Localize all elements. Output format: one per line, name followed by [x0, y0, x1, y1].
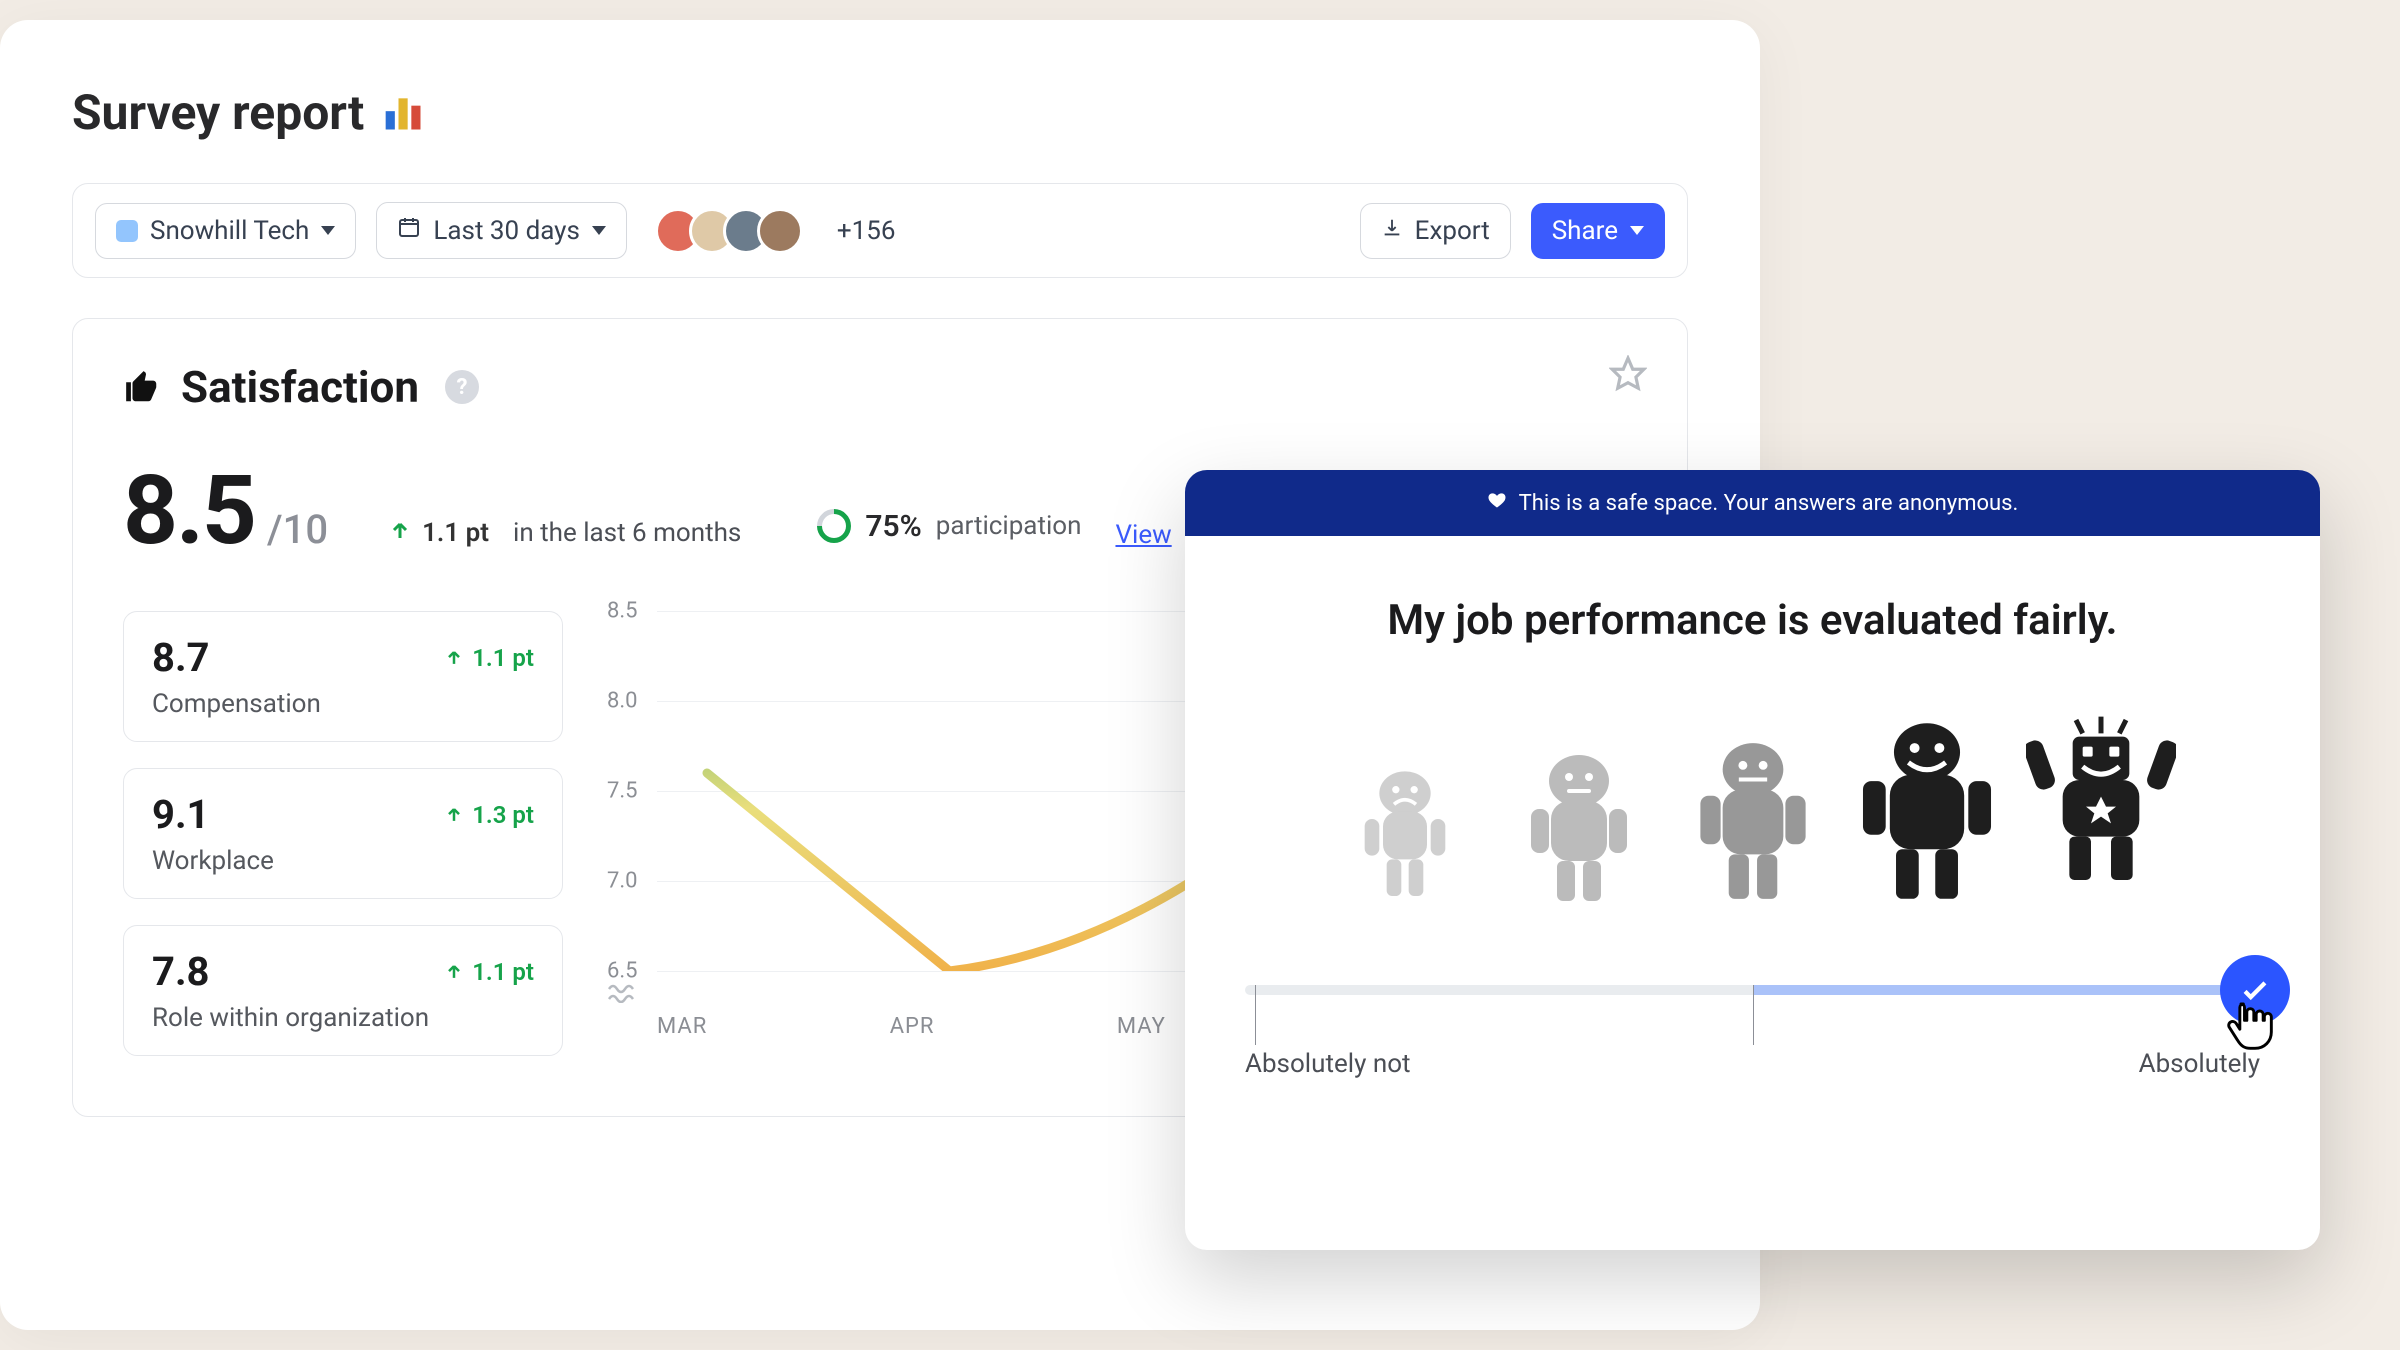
emotion-scale: [1185, 715, 2320, 905]
swatch-icon: [116, 220, 138, 242]
metric-value: 9.1: [152, 791, 210, 838]
progress-ring-icon: [810, 502, 858, 550]
y-tick: 6.5: [607, 959, 638, 984]
score-delta: 1.1 pt in the last 6 months: [388, 518, 741, 548]
page-title-text: Survey report: [72, 84, 364, 141]
emotion-1-icon: [1330, 715, 1480, 905]
pointer-hand-icon: [2220, 997, 2276, 1057]
metric-card-compensation[interactable]: 8.7 1.1 pt Compensation: [123, 611, 563, 742]
scale-labels: Absolutely not Absolutely: [1245, 1049, 2260, 1079]
metric-name: Role within organization: [152, 1003, 534, 1033]
participation-block: 75% participation: [817, 509, 1081, 544]
chevron-down-icon: [1630, 226, 1644, 235]
favorite-toggle[interactable]: [1609, 355, 1647, 397]
y-tick: 8.0: [607, 689, 638, 714]
slider-track: [1245, 985, 2260, 995]
metric-card-workplace[interactable]: 9.1 1.3 pt Workplace: [123, 768, 563, 899]
heart-icon: [1487, 490, 1507, 516]
satisfaction-title: Satisfaction: [181, 361, 419, 413]
delta-period: in the last 6 months: [513, 518, 741, 548]
share-button[interactable]: Share: [1531, 203, 1665, 259]
date-filter-label: Last 30 days: [433, 216, 580, 246]
emotion-4-icon: [1852, 715, 2002, 905]
banner-text: This is a safe space. Your answers are a…: [1519, 491, 2019, 516]
slider-fill: [1753, 985, 2261, 995]
delta-value: 1.1 pt: [422, 518, 489, 548]
arrow-up-icon: [444, 805, 464, 825]
metric-delta: 1.1 pt: [444, 958, 534, 986]
metric-delta: 1.1 pt: [444, 644, 534, 672]
slider-tick: [1753, 985, 1754, 1045]
emotion-3-icon: [1678, 715, 1828, 905]
chevron-down-icon: [321, 226, 335, 235]
metric-name: Workplace: [152, 846, 534, 876]
satisfaction-header: Satisfaction ?: [123, 361, 1637, 413]
org-filter[interactable]: Snowhill Tech: [95, 203, 356, 259]
emotion-2-icon: [1504, 715, 1654, 905]
metric-name: Compensation: [152, 689, 534, 719]
date-filter[interactable]: Last 30 days: [376, 202, 627, 259]
chevron-down-icon: [592, 226, 606, 235]
export-label: Export: [1415, 216, 1490, 246]
help-icon[interactable]: ?: [445, 370, 479, 404]
org-filter-label: Snowhill Tech: [150, 216, 309, 246]
trend-icon: [607, 981, 637, 1007]
survey-banner: This is a safe space. Your answers are a…: [1185, 470, 2320, 536]
y-tick: 7.5: [607, 779, 638, 804]
participation-label: participation: [936, 511, 1082, 541]
filter-bar: Snowhill Tech Last 30 days +156 Export S…: [72, 183, 1688, 278]
survey-popup: This is a safe space. Your answers are a…: [1185, 470, 2320, 1250]
x-tick: APR: [890, 1014, 935, 1039]
participation-pct: 75%: [865, 509, 921, 544]
download-icon: [1381, 216, 1403, 246]
share-label: Share: [1552, 216, 1618, 246]
thumbs-up-icon: [123, 368, 161, 406]
slider-tick: [1255, 985, 1256, 1045]
x-tick: MAY: [1117, 1014, 1166, 1039]
participants-avatars[interactable]: [655, 208, 803, 254]
bar-chart-icon: [382, 91, 426, 135]
arrow-up-icon: [388, 519, 412, 547]
metric-value: 8.7: [152, 634, 210, 681]
metric-card-role[interactable]: 7.8 1.1 pt Role within organization: [123, 925, 563, 1056]
arrow-up-icon: [444, 962, 464, 982]
metric-delta: 1.3 pt: [444, 801, 534, 829]
x-tick: MAR: [657, 1014, 707, 1039]
metric-value: 7.8: [152, 948, 210, 995]
y-tick: 8.5: [607, 599, 638, 624]
metrics-list: 8.7 1.1 pt Compensation 9.1 1.3 pt: [123, 611, 563, 1056]
y-tick: 7.0: [607, 869, 638, 894]
scale-min: Absolutely not: [1245, 1049, 1411, 1079]
arrow-up-icon: [444, 648, 464, 668]
view-link[interactable]: View: [1115, 520, 1171, 550]
calendar-icon: [397, 215, 421, 246]
score-value: 8.5: [123, 455, 255, 567]
slider[interactable]: [1245, 985, 2260, 995]
survey-question: My job performance is evaluated fairly.: [1185, 596, 2320, 645]
more-count: +156: [837, 216, 896, 246]
avatar: [757, 208, 803, 254]
emotion-5-icon: [2026, 715, 2176, 905]
score-out-of: /10: [267, 506, 328, 553]
page-title: Survey report: [72, 84, 1688, 141]
export-button[interactable]: Export: [1360, 203, 1511, 259]
